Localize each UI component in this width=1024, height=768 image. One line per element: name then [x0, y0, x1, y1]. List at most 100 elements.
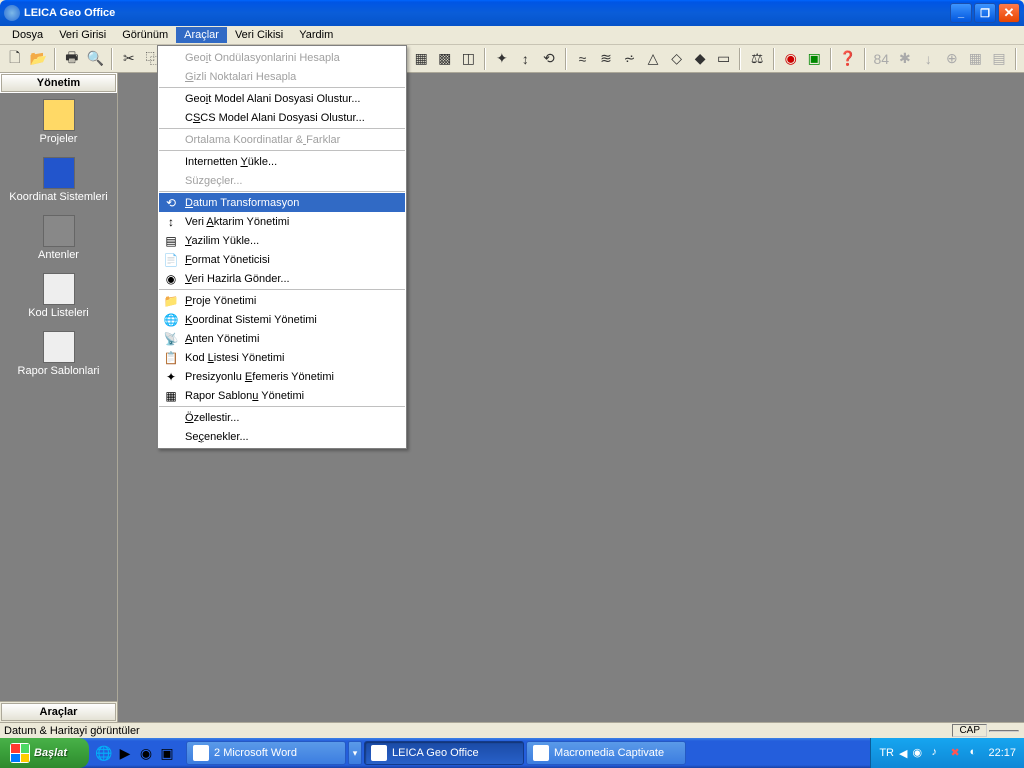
maximize-button[interactable]: ❐ — [974, 3, 996, 23]
sidebar-item-1[interactable]: Koordinat Sistemleri — [0, 157, 117, 203]
new-icon[interactable]: 🗋 — [4, 48, 26, 70]
task-dropdown[interactable]: ▾ — [348, 741, 362, 765]
menu-dosya[interactable]: Dosya — [4, 27, 51, 43]
menu-item[interactable]: CSCS Model Alani Dosyasi Olustur... — [159, 108, 405, 127]
tool-icon[interactable]: ↕ — [515, 48, 537, 70]
menu-item-label: Süzgeçler... — [185, 175, 242, 187]
open-icon[interactable]: 📂 — [28, 48, 50, 70]
tool-icon[interactable]: ▩ — [434, 48, 456, 70]
tool-icon[interactable]: ▣ — [803, 48, 825, 70]
tool-icon[interactable]: ≈ — [572, 48, 594, 70]
menu-item[interactable]: 📡Anten Yönetimi — [159, 329, 405, 348]
menu-item-icon: 📁 — [163, 293, 179, 309]
print-icon[interactable]: 🖶 — [61, 48, 83, 70]
menu-item[interactable]: ⟲Datum Transformasyon — [159, 193, 405, 212]
tool-icon[interactable]: △ — [642, 48, 664, 70]
menu-item[interactable]: 📁Proje Yönetimi — [159, 291, 405, 310]
menu-item[interactable]: 📄Format Yöneticisi — [159, 250, 405, 269]
start-button[interactable]: Başlat — [0, 738, 89, 768]
menu-item-icon — [163, 69, 179, 85]
menu-item-icon: 📡 — [163, 331, 179, 347]
menu-item[interactable]: Özellestir... — [159, 408, 405, 427]
menu-item-label: Internetten Yükle... — [185, 156, 277, 168]
menu-item-label: Veri Aktarim Yönetimi — [185, 216, 289, 228]
workspace: Yönetim Projeler Koordinat Sistemleri Ante… — [0, 73, 1024, 722]
menu-item[interactable]: ▦ Rapor Sablonu Yönetimi — [159, 386, 405, 405]
sidebar-icon — [43, 273, 75, 305]
menu-item[interactable]: Geoit Model Alani Dosyasi Olustur... — [159, 89, 405, 108]
tool-icon[interactable]: ▦ — [965, 48, 987, 70]
window-title: LEICA Geo Office — [24, 7, 115, 19]
tray-icon[interactable]: ✖ — [950, 746, 964, 760]
menu-veri cikisi[interactable]: Veri Cikisi — [227, 27, 291, 43]
menu-item-label: Geoit Model Alani Dosyasi Olustur... — [185, 93, 360, 105]
tool-icon[interactable]: ⊕ — [941, 48, 963, 70]
sidebar-item-0[interactable]: Projeler — [0, 99, 117, 145]
tool-icon[interactable]: ▭ — [713, 48, 735, 70]
menubar: DosyaVeri GirisiGörünümAraçlarVeri Cikis… — [0, 26, 1024, 45]
tool-icon[interactable]: ◇ — [666, 48, 688, 70]
tool-icon[interactable]: ▤ — [988, 48, 1010, 70]
sidebar-item-2[interactable]: Antenler — [0, 215, 117, 261]
sidebar-item-3[interactable]: Kod Listeleri — [0, 273, 117, 319]
ie-icon[interactable]: 🌐 — [95, 743, 113, 763]
tray-icon[interactable]: ◀ — [899, 747, 907, 760]
close-button[interactable]: ✕ — [998, 3, 1020, 23]
task-icon — [193, 745, 209, 761]
menu-görünüm[interactable]: Görünüm — [114, 27, 176, 43]
tray-icon[interactable]: ◐ — [969, 746, 983, 760]
media-icon[interactable]: ▶ — [116, 743, 134, 763]
clock[interactable]: 22:17 — [988, 747, 1016, 759]
menu-item[interactable]: Seçenekler... — [159, 427, 405, 446]
menu-item: Süzgeçler... — [159, 171, 405, 190]
cut-icon[interactable]: ✂ — [118, 48, 140, 70]
tool-icon[interactable]: ◉ — [780, 48, 802, 70]
tool-icon[interactable]: ↓ — [918, 48, 940, 70]
status-text: Datum & Haritayi görüntüler — [4, 725, 140, 737]
taskbar-task[interactable]: 2 Microsoft Word — [186, 741, 346, 765]
tool-icon[interactable]: 84 — [871, 48, 893, 70]
tool-icon[interactable]: ≋ — [595, 48, 617, 70]
minimize-button[interactable]: _ — [950, 3, 972, 23]
menu-item[interactable]: ↕Veri Aktarim Yönetimi — [159, 212, 405, 231]
app-icon[interactable]: ◉ — [137, 743, 155, 763]
menu-item-icon: ⟲ — [163, 195, 179, 211]
menu-item-icon: ▦ — [163, 388, 179, 404]
menu-item[interactable]: ✦Presizyonlu Efemeris Yönetimi — [159, 367, 405, 386]
tool-icon[interactable]: ⩫ — [619, 48, 641, 70]
taskbar-task[interactable]: LEICA Geo Office — [364, 741, 524, 765]
sidebar-item-4[interactable]: Rapor Sablonlari — [0, 331, 117, 377]
menu-yardim[interactable]: Yardim — [291, 27, 341, 43]
menu-item-icon — [163, 50, 179, 66]
menu-item[interactable]: 📋Kod Listesi Yönetimi — [159, 348, 405, 367]
tool-icon[interactable]: ◆ — [689, 48, 711, 70]
preview-icon[interactable]: 🔍 — [85, 48, 107, 70]
menu-item[interactable]: ◉Veri Hazirla Gönder... — [159, 269, 405, 288]
help-icon[interactable]: ❓ — [837, 48, 859, 70]
tool-icon[interactable]: ⟲ — [538, 48, 560, 70]
tool-icon[interactable]: ▦ — [411, 48, 433, 70]
tool-icon[interactable]: ✦ — [491, 48, 513, 70]
sidebar-header[interactable]: Yönetim — [1, 74, 116, 92]
lang-indicator[interactable]: TR — [879, 747, 894, 759]
menu-araçlar[interactable]: Araçlar — [176, 27, 227, 43]
taskbar-task[interactable]: Macromedia Captivate — [526, 741, 686, 765]
menu-item-label: Rapor Sablonu Yönetimi — [185, 390, 304, 402]
system-tray: TR ◀ ◉ ♪ ✖ ◐ 22:17 — [870, 738, 1024, 768]
menu-item-icon — [163, 91, 179, 107]
app-icon[interactable]: ▣ — [158, 743, 176, 763]
tool-icon[interactable]: ✱ — [894, 48, 916, 70]
menu-item-label: Format Yöneticisi — [185, 254, 270, 266]
menu-item-icon — [163, 110, 179, 126]
menu-item[interactable]: ▤Yazilim Yükle... — [159, 231, 405, 250]
tool-icon[interactable]: ⚖ — [746, 48, 768, 70]
menu-veri girisi[interactable]: Veri Girisi — [51, 27, 114, 43]
tool-icon[interactable]: ◫ — [458, 48, 480, 70]
sidebar-footer[interactable]: Araçlar — [1, 703, 116, 721]
menu-item[interactable]: Internetten Yükle... — [159, 152, 405, 171]
tray-icon[interactable]: ♪ — [931, 746, 945, 760]
menu-item: Ortalama Koordinatlar & Farklar — [159, 130, 405, 149]
menu-item-icon — [163, 429, 179, 445]
tray-icon[interactable]: ◉ — [912, 746, 926, 760]
menu-item[interactable]: 🌐Koordinat Sistemi Yönetimi — [159, 310, 405, 329]
